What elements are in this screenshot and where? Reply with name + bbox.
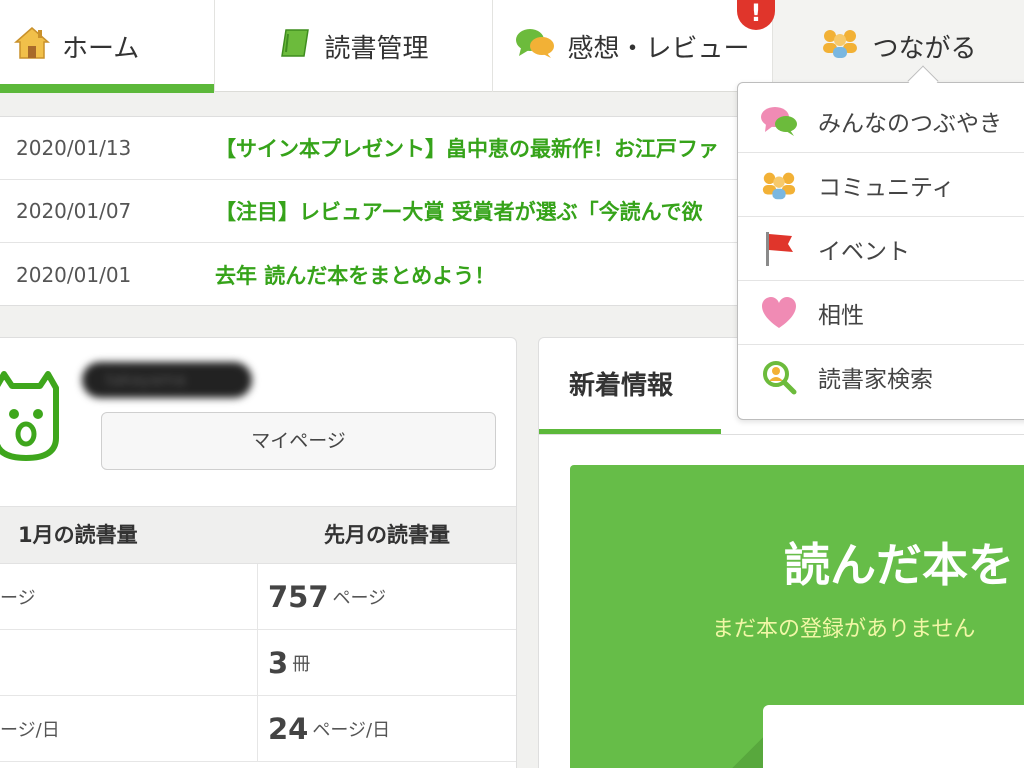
empty-state-headline: 読んだ本を: [784, 538, 1014, 592]
stats-unit: ページ: [332, 587, 387, 609]
stats-cell-this-month: ージ: [0, 564, 258, 629]
news-title-link[interactable]: 【注目】レビュアー大賞 受賞者が選ぶ「今読んで欲: [215, 196, 703, 226]
menu-item-tweets[interactable]: みんなのつぶやき: [738, 89, 1024, 153]
menu-item-reader-search[interactable]: 読書家検索: [738, 345, 1024, 409]
main-nav: ホーム 読書管理 感想・レビュー つながる: [0, 0, 1024, 93]
news-date: 2020/01/13: [16, 136, 132, 160]
divider: [539, 434, 1024, 435]
news-title-link[interactable]: 【サイン本プレゼント】畠中恵の最新作！お江戸ファ: [215, 133, 719, 163]
menu-item-label: みんなのつぶやき: [818, 110, 1002, 137]
stats-unit: ページ/日: [312, 719, 391, 741]
tab-reviews[interactable]: 感想・レビュー: [493, 0, 773, 92]
empty-state-banner: 読んだ本を まだ本の登録がありません: [570, 465, 1024, 768]
house-icon: [14, 26, 50, 67]
speech-bubbles-icon: [760, 102, 798, 140]
stats-cell-this-month: ージ/日: [0, 696, 258, 761]
menu-item-label: 読書家検索: [818, 367, 933, 393]
avatar[interactable]: [0, 368, 66, 468]
username-redacted: takayama: [82, 362, 252, 398]
menu-item-label: コミュニティ: [818, 174, 955, 201]
news-title-link[interactable]: 去年 読んだ本をまとめよう！: [215, 260, 495, 290]
news-date: 2020/01/01: [16, 262, 132, 287]
book-icon: [278, 26, 312, 67]
search-person-icon: [760, 358, 798, 396]
tab-home[interactable]: ホーム: [0, 0, 215, 93]
profile-card: takayama マイページ 1月の読書量 先月の読書量 ージ 757 ページ 3…: [0, 337, 517, 768]
stats-cell-last-month: 24 ページ/日: [258, 696, 516, 761]
mypage-button[interactable]: マイページ: [101, 412, 496, 470]
stats-cell-last-month: 3冊: [258, 630, 516, 695]
tab-connect[interactable]: つながる: [773, 0, 1024, 92]
news-item[interactable]: 2020/01/13 【サイン本プレゼント】畠中恵の最新作！お江戸ファ: [0, 117, 779, 180]
tab-label: つながる: [872, 33, 977, 64]
news-item[interactable]: 2020/01/01 去年 読んだ本をまとめよう！: [0, 243, 779, 306]
stats-header-last-month: 先月の読書量: [324, 523, 450, 547]
people-icon: [820, 26, 860, 67]
menu-item-events[interactable]: イベント: [738, 217, 1024, 281]
tab-label: 感想・レビュー: [567, 33, 750, 64]
flag-icon: [760, 230, 798, 268]
tab-label: ホーム: [62, 33, 140, 64]
stats-unit: ージ/日: [0, 719, 60, 741]
stats-value: 24: [268, 711, 309, 746]
stats-value: 3: [268, 645, 289, 680]
menu-item-label: 相性: [818, 302, 864, 329]
stats-unit: 冊: [292, 653, 311, 675]
tab-book-management[interactable]: 読書管理: [215, 0, 493, 92]
stats-row-books: 3冊: [0, 630, 516, 696]
tab-label: 読書管理: [324, 33, 429, 64]
stats-header-row: 1月の読書量 先月の読書量: [0, 506, 516, 564]
banner-inner-panel: [763, 705, 1024, 768]
stats-value: 757: [268, 579, 329, 614]
reading-stats-table: 1月の読書量 先月の読書量 ージ 757 ページ 3冊 ージ/日 24 ページ/日: [0, 506, 516, 762]
connect-dropdown-menu: みんなのつぶやき コミュニティ イベント 相性 読書家検索: [737, 82, 1024, 420]
stats-unit: ージ: [0, 587, 36, 609]
news-date: 2020/01/07: [16, 199, 132, 223]
people-icon: [760, 166, 798, 204]
menu-item-community[interactable]: コミュニティ: [738, 153, 1024, 217]
stats-header-this-month: 1月の読書量: [18, 523, 138, 547]
stats-row-pages: ージ 757 ページ: [0, 564, 516, 630]
empty-state-subtext: まだ本の登録がありません: [712, 617, 976, 642]
stats-row-pages-per-day: ージ/日 24 ページ/日: [0, 696, 516, 762]
heart-icon: [760, 294, 798, 332]
tab-new-info[interactable]: 新着情報: [539, 338, 721, 435]
news-item[interactable]: 2020/01/07 【注目】レビュアー大賞 受賞者が選ぶ「今読んで欲: [0, 180, 779, 243]
menu-item-label: イベント: [818, 238, 910, 265]
speech-bubbles-icon: [515, 26, 555, 67]
menu-item-compatibility[interactable]: 相性: [738, 281, 1024, 345]
stats-cell-this-month: [0, 630, 258, 695]
stats-cell-last-month: 757 ページ: [258, 564, 516, 629]
news-list: 2020/01/13 【サイン本プレゼント】畠中恵の最新作！お江戸ファ 2020…: [0, 116, 780, 306]
